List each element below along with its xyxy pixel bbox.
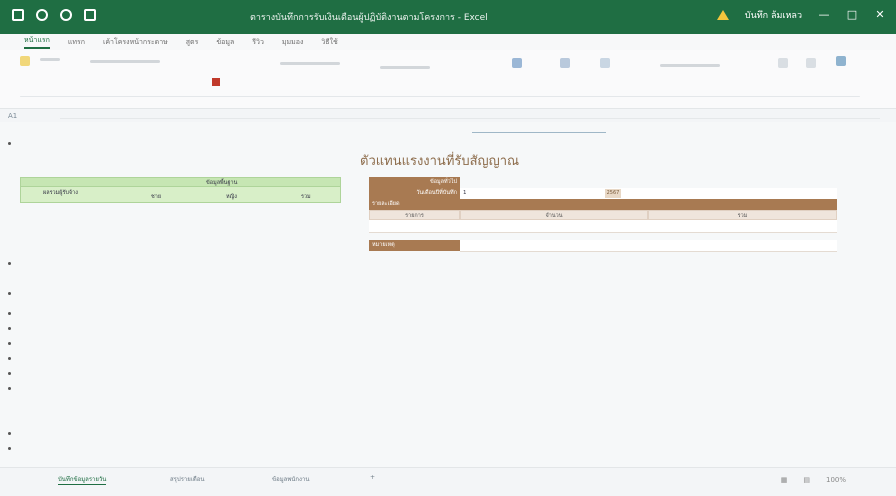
- row-marker: [8, 292, 11, 295]
- cells-group: [660, 64, 720, 67]
- add-sheet-button[interactable]: +: [370, 474, 375, 481]
- customize-toolbar-icon[interactable]: [84, 9, 96, 21]
- alignment-group: [280, 62, 340, 65]
- detail-input-row[interactable]: [369, 220, 837, 233]
- row-marker: [8, 342, 11, 345]
- row-marker: [8, 262, 11, 265]
- find-select-icon[interactable]: [806, 58, 816, 68]
- warning-icon[interactable]: [716, 10, 729, 20]
- title-underline: [472, 132, 606, 133]
- page-layout-icon[interactable]: ▤: [803, 476, 810, 484]
- sheet-tab-daily[interactable]: บันทึกข้อมูลรายวัน: [58, 474, 107, 485]
- zoom-level[interactable]: 100%: [826, 476, 846, 484]
- ribbon-tabs: หน้าแรก แทรก เค้าโครงหน้ากระดาษ สูตร ข้อ…: [0, 34, 896, 50]
- summary-col-male: ชาย: [151, 194, 162, 200]
- tab-formulas[interactable]: สูตร: [186, 37, 199, 48]
- summary-table[interactable]: ข้อมูลพื้นฐาน ผลรวมผู้รับจ้าง ชาย หญิง ร…: [20, 177, 341, 203]
- form-label-details: รายละเอียด: [369, 199, 837, 210]
- undo-icon[interactable]: [36, 9, 48, 21]
- row-header: [0, 122, 14, 467]
- redo-icon[interactable]: [60, 9, 72, 21]
- maximize-button[interactable]: □: [846, 9, 858, 21]
- summary-table-row[interactable]: ผลรวมผู้รับจ้าง ชาย หญิง รวม: [20, 187, 341, 203]
- tab-review[interactable]: รีวิว: [252, 37, 264, 48]
- summary-col-total: รวม: [301, 194, 311, 200]
- tab-insert[interactable]: แทรก: [68, 37, 85, 48]
- summary-col-female: หญิง: [226, 194, 237, 200]
- row-marker: [8, 372, 11, 375]
- column-label-item: รายการ: [369, 210, 460, 220]
- cell-styles-icon[interactable]: [600, 58, 610, 68]
- close-button[interactable]: ✕: [874, 9, 886, 21]
- ribbon-group-labels: [20, 96, 860, 97]
- formula-input[interactable]: [60, 118, 880, 119]
- status-bar: บันทึกข้อมูลรายวัน สรุปรายเดือน ข้อมูลพน…: [0, 467, 896, 496]
- sort-filter-icon[interactable]: [778, 58, 788, 68]
- tab-data[interactable]: ข้อมูล: [216, 37, 234, 48]
- summary-row-label: ผลรวมผู้รับจ้าง: [43, 190, 78, 196]
- ribbon-toolbar: [0, 50, 896, 109]
- tab-page-layout[interactable]: เค้าโครงหน้ากระดาษ: [103, 37, 168, 48]
- quick-access-toolbar: [12, 9, 96, 21]
- sheet-title[interactable]: ตัวแทนแรงงานที่รับสัญญาณ: [360, 150, 519, 171]
- form-label-date: วันเดือนปีที่บันทึก: [369, 188, 460, 199]
- save-icon[interactable]: [12, 9, 24, 21]
- remark-input[interactable]: [460, 240, 837, 252]
- row-marker: [8, 357, 11, 360]
- worksheet-grid[interactable]: ตัวแทนแรงงานที่รับสัญญาณ ข้อมูลพื้นฐาน ผ…: [0, 122, 896, 467]
- font-group: [90, 60, 160, 63]
- tab-help[interactable]: วิธีใช้: [321, 37, 337, 48]
- tab-view[interactable]: มุมมอง: [282, 37, 303, 48]
- name-box[interactable]: A1: [8, 112, 17, 120]
- font-color-icon[interactable]: [212, 78, 220, 86]
- analyze-data-icon[interactable]: [836, 56, 846, 66]
- format-table-icon[interactable]: [560, 58, 570, 68]
- year-field[interactable]: 2567: [605, 189, 621, 198]
- minimize-button[interactable]: —: [818, 9, 830, 21]
- row-marker: [8, 312, 11, 315]
- conditional-format-icon[interactable]: [512, 58, 522, 68]
- row-marker: [8, 327, 11, 330]
- column-label-total: รวม: [648, 210, 837, 220]
- clipboard-group: [40, 58, 60, 61]
- row-marker: [8, 447, 11, 450]
- summary-header-text: ข้อมูลพื้นฐาน: [206, 180, 238, 186]
- number-group: [380, 66, 430, 69]
- summary-table-header[interactable]: ข้อมูลพื้นฐาน: [20, 177, 341, 187]
- form-label-remark: หมายเหตุ: [369, 240, 460, 251]
- row-marker: [8, 432, 11, 435]
- column-label-amount: จำนวน: [460, 210, 648, 220]
- sheet-tab-monthly[interactable]: สรุปรายเดือน: [170, 474, 204, 484]
- window-title: ตารางบันทึกการรับเงินเดือนผู้ปฏิบัติงานต…: [250, 13, 488, 23]
- tab-home[interactable]: หน้าแรก: [24, 35, 50, 49]
- title-bar: ตารางบันทึกการรับเงินเดือนผู้ปฏิบัติงานต…: [0, 0, 896, 34]
- warning-label[interactable]: บันทึก ล้มเหลว: [745, 8, 802, 22]
- row-marker: [8, 142, 11, 145]
- paste-icon[interactable]: [20, 56, 30, 66]
- row-marker: [8, 387, 11, 390]
- form-label-general: ข้อมูลทั่วไป: [369, 177, 460, 188]
- sheet-tab-employees[interactable]: ข้อมูลพนักงาน: [272, 474, 309, 484]
- date-value: 1: [463, 190, 467, 196]
- normal-view-icon[interactable]: ▦: [781, 476, 788, 484]
